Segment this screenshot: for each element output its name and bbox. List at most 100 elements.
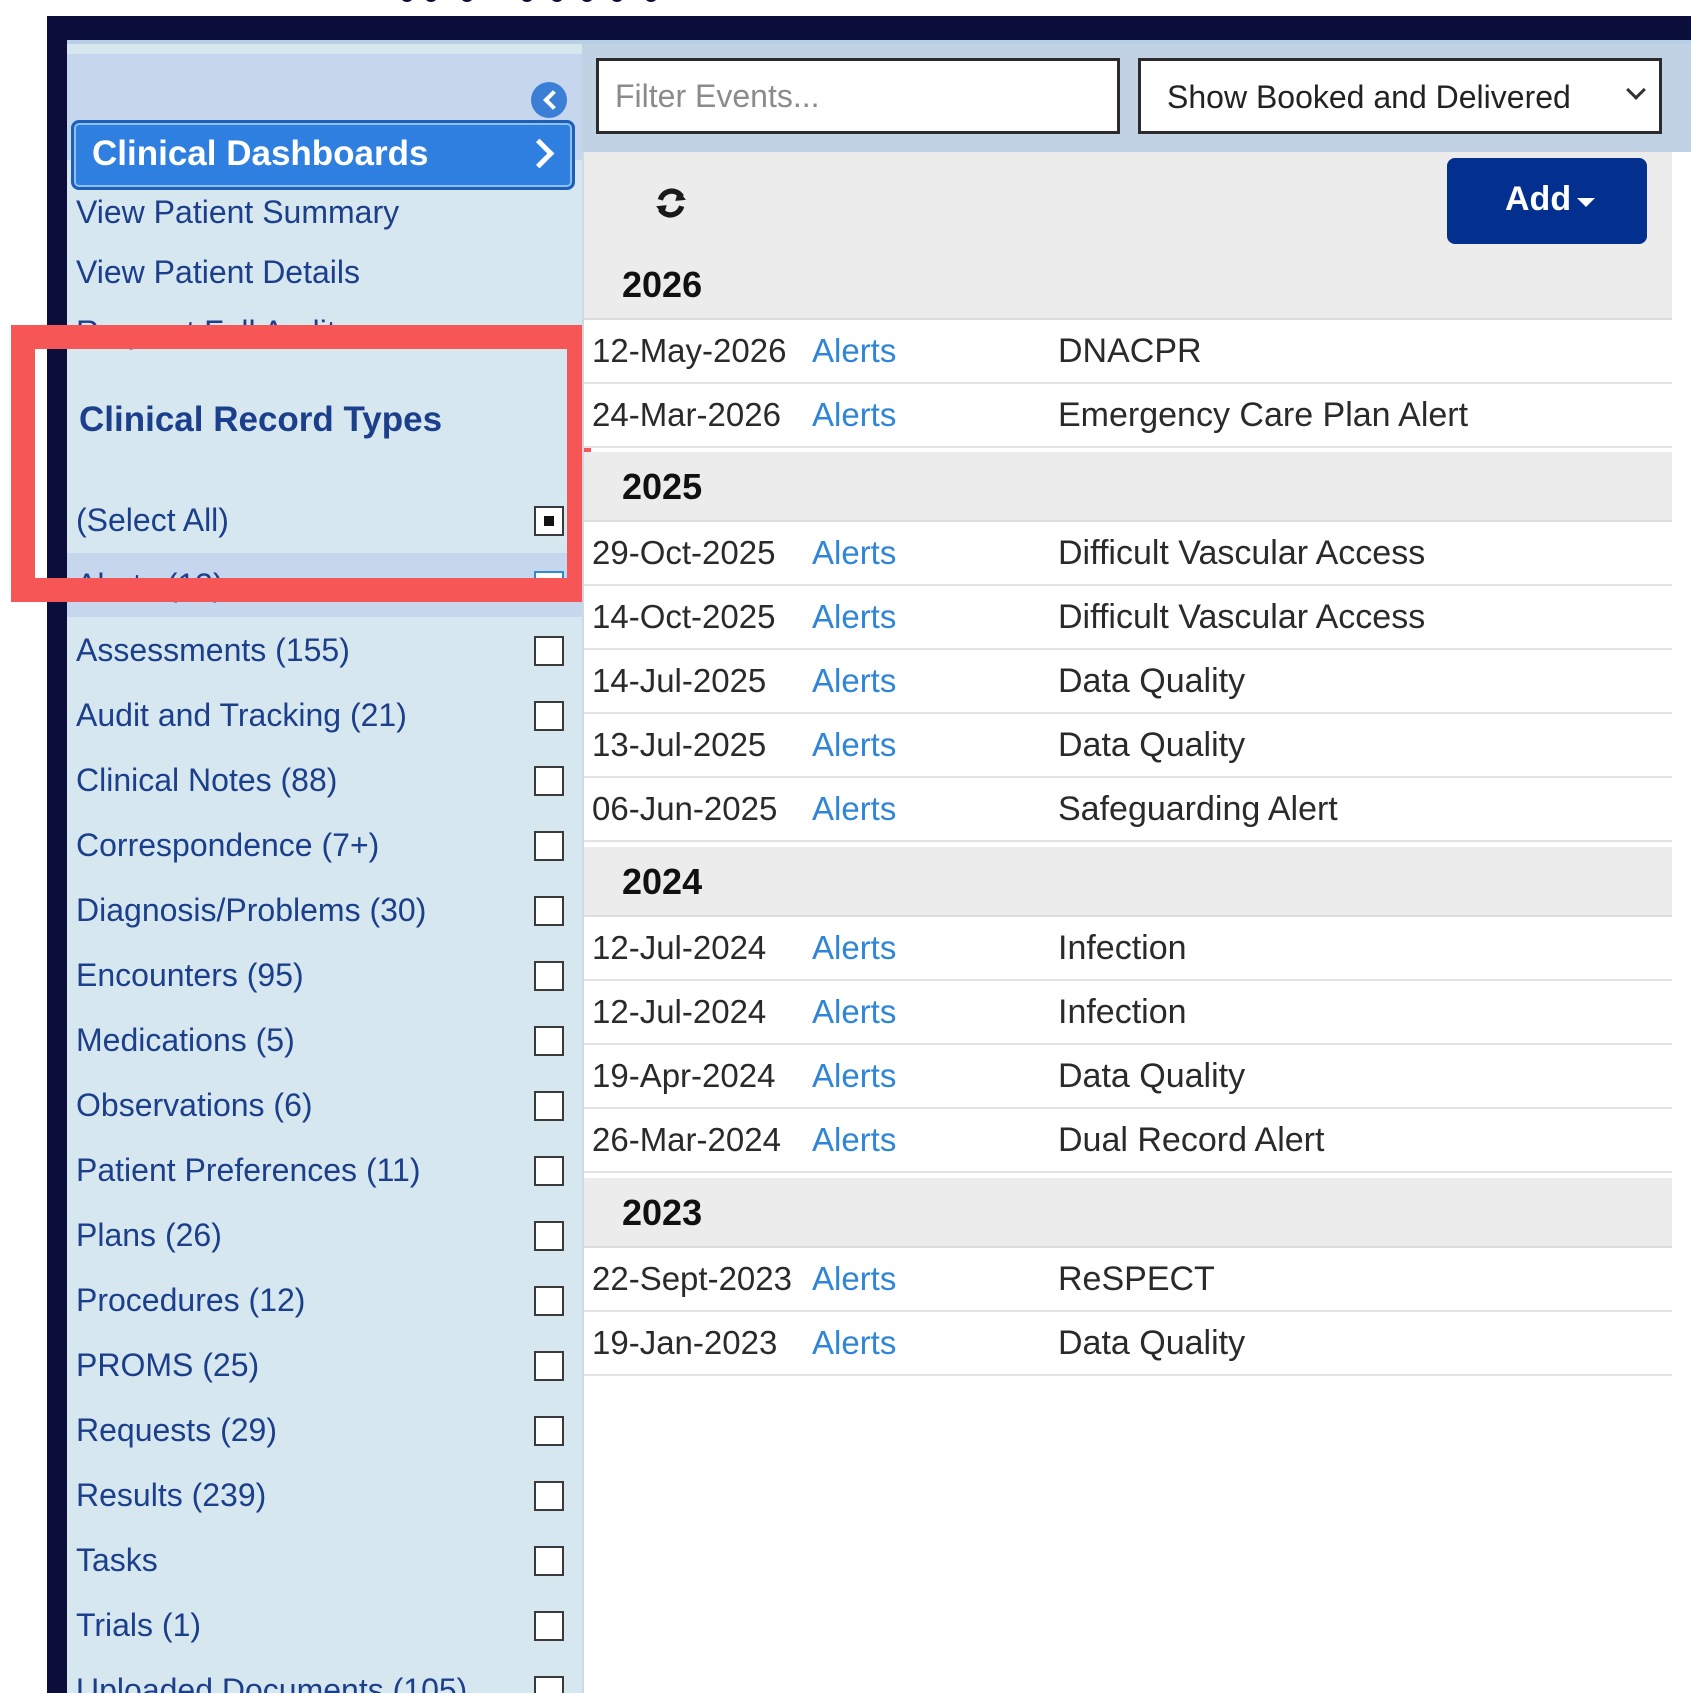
record-type-row[interactable]: Correspondence (7+) bbox=[67, 813, 582, 877]
record-type-row[interactable]: Results (239) bbox=[67, 1463, 582, 1527]
record-type-checkbox[interactable] bbox=[534, 1546, 564, 1576]
event-date: 12-May-2026 bbox=[592, 332, 787, 369]
record-type-checkbox[interactable] bbox=[534, 1156, 564, 1186]
window-top-bar bbox=[47, 16, 1691, 40]
chevron-down-icon bbox=[1626, 80, 1646, 100]
refresh-icon[interactable] bbox=[654, 186, 688, 220]
event-type-link[interactable]: Alerts bbox=[812, 396, 896, 434]
record-type-row[interactable]: Tasks bbox=[67, 1528, 582, 1592]
event-type-link[interactable]: Alerts bbox=[812, 1260, 896, 1298]
event-type-link[interactable]: Alerts bbox=[812, 534, 896, 572]
event-date: 19-Jan-2023 bbox=[592, 1324, 778, 1361]
event-type-link[interactable]: Alerts bbox=[812, 1121, 896, 1159]
event-description: DNACPR bbox=[1058, 332, 1202, 370]
event-type-link[interactable]: Alerts bbox=[812, 332, 896, 370]
record-type-row[interactable]: PROMS (25) bbox=[67, 1333, 582, 1397]
event-row[interactable]: 14-Oct-2025 Alerts Difficult Vascular Acce… bbox=[582, 586, 1672, 650]
record-type-row[interactable]: Patient Preferences (11) bbox=[67, 1138, 582, 1202]
add-button-label: Add bbox=[1505, 180, 1572, 218]
event-date: 19-Apr-2024 bbox=[592, 1057, 776, 1094]
view-patient-details-link[interactable]: View Patient Details bbox=[76, 254, 360, 291]
record-type-checkbox[interactable] bbox=[534, 1026, 564, 1056]
event-row[interactable]: 06-Jun-2025 Alerts Safeguarding Alert bbox=[582, 778, 1672, 842]
record-type-checkbox[interactable] bbox=[534, 961, 564, 991]
event-row[interactable]: 12-May-2026 Alerts DNACPR bbox=[582, 320, 1672, 384]
record-type-label: Audit and Tracking (21) bbox=[76, 697, 407, 733]
record-type-row[interactable]: Assessments (155) bbox=[67, 618, 582, 682]
year-group-header: 2024 bbox=[582, 847, 1672, 917]
event-type-link[interactable]: Alerts bbox=[812, 726, 896, 764]
year-label: 2025 bbox=[622, 466, 703, 507]
event-date: 14-Jul-2025 bbox=[592, 662, 767, 699]
record-type-label: Diagnosis/Problems (30) bbox=[76, 892, 427, 928]
event-row[interactable]: 24-Mar-2026 Alerts Emergency Care Plan Ale… bbox=[582, 384, 1672, 448]
record-type-label: Tasks bbox=[76, 1542, 158, 1578]
event-row[interactable]: 29-Oct-2025 Alerts Difficult Vascular Acce… bbox=[582, 522, 1672, 586]
record-type-row[interactable]: Encounters (95) bbox=[67, 943, 582, 1007]
event-date: 29-Oct-2025 bbox=[592, 534, 776, 571]
record-type-row[interactable]: Clinical Notes (88) bbox=[67, 748, 582, 812]
record-type-label: Procedures (12) bbox=[76, 1282, 306, 1318]
record-type-checkbox[interactable] bbox=[534, 1611, 564, 1641]
event-type-link[interactable]: Alerts bbox=[812, 598, 896, 636]
record-type-checkbox[interactable] bbox=[534, 1676, 564, 1693]
event-row[interactable]: 14-Jul-2025 Alerts Data Quality bbox=[582, 650, 1672, 714]
record-type-checkbox[interactable] bbox=[534, 636, 564, 666]
record-type-label: Uploaded Documents (105) bbox=[76, 1672, 468, 1693]
add-button[interactable]: Add bbox=[1447, 158, 1647, 244]
event-type-link[interactable]: Alerts bbox=[812, 929, 896, 967]
record-type-row[interactable]: Observations (6) bbox=[67, 1073, 582, 1137]
event-type-link[interactable]: Alerts bbox=[812, 1324, 896, 1362]
year-group-header: 2026 bbox=[582, 250, 1672, 320]
event-row[interactable]: 12-Jul-2024 Alerts Infection bbox=[582, 981, 1672, 1045]
record-type-row[interactable]: Plans (26) bbox=[67, 1203, 582, 1267]
event-row[interactable]: 19-Jan-2023 Alerts Data Quality bbox=[582, 1312, 1672, 1376]
event-date: 24-Mar-2026 bbox=[592, 396, 781, 433]
event-row[interactable]: 26-Mar-2024 Alerts Dual Record Alert bbox=[582, 1109, 1672, 1173]
record-type-checkbox[interactable] bbox=[534, 831, 564, 861]
record-type-row[interactable]: Requests (29) bbox=[67, 1398, 582, 1462]
clinical-dashboards-button[interactable]: Clinical Dashboards bbox=[71, 120, 575, 190]
record-type-row[interactable]: Uploaded Documents (105) bbox=[67, 1658, 582, 1693]
event-type-link[interactable]: Alerts bbox=[812, 1057, 896, 1095]
status-filter-select[interactable]: Show Booked and Delivered bbox=[1138, 58, 1662, 134]
event-row[interactable]: 22-Sept-2023 Alerts ReSPECT bbox=[582, 1248, 1672, 1312]
record-type-checkbox[interactable] bbox=[534, 1286, 564, 1316]
event-date: 14-Oct-2025 bbox=[592, 598, 776, 635]
filter-events-input[interactable] bbox=[596, 58, 1120, 134]
event-description: Infection bbox=[1058, 929, 1187, 967]
event-row[interactable]: 12-Jul-2024 Alerts Infection bbox=[582, 917, 1672, 981]
event-description: Data Quality bbox=[1058, 1324, 1246, 1362]
event-type-link[interactable]: Alerts bbox=[812, 993, 896, 1031]
event-description: Data Quality bbox=[1058, 726, 1246, 764]
record-type-checkbox[interactable] bbox=[534, 1416, 564, 1446]
record-type-label: Plans (26) bbox=[76, 1217, 222, 1253]
cropped-heading-fragment bbox=[400, 0, 720, 12]
highlight-annotation-box bbox=[11, 325, 591, 602]
record-type-checkbox[interactable] bbox=[534, 766, 564, 796]
event-type-link[interactable]: Alerts bbox=[812, 662, 896, 700]
record-type-row[interactable]: Procedures (12) bbox=[67, 1268, 582, 1332]
event-type-link[interactable]: Alerts bbox=[812, 790, 896, 828]
event-row[interactable]: 19-Apr-2024 Alerts Data Quality bbox=[582, 1045, 1672, 1109]
record-type-row[interactable]: Medications (5) bbox=[67, 1008, 582, 1072]
panel-divider bbox=[582, 152, 584, 1693]
event-date: 12-Jul-2024 bbox=[592, 929, 767, 966]
record-type-row[interactable]: Audit and Tracking (21) bbox=[67, 683, 582, 747]
event-description: Data Quality bbox=[1058, 662, 1246, 700]
record-type-label: Requests (29) bbox=[76, 1412, 277, 1448]
record-type-checkbox[interactable] bbox=[534, 701, 564, 731]
event-date: 12-Jul-2024 bbox=[592, 993, 767, 1030]
record-type-label: Results (239) bbox=[76, 1477, 267, 1513]
record-type-row[interactable]: Trials (1) bbox=[67, 1593, 582, 1657]
record-type-checkbox[interactable] bbox=[534, 896, 564, 926]
record-type-row[interactable]: Diagnosis/Problems (30) bbox=[67, 878, 582, 942]
year-group-header: 2023 bbox=[582, 1178, 1672, 1248]
record-type-checkbox[interactable] bbox=[534, 1481, 564, 1511]
record-type-checkbox[interactable] bbox=[534, 1351, 564, 1381]
record-type-checkbox[interactable] bbox=[534, 1221, 564, 1251]
record-type-checkbox[interactable] bbox=[534, 1091, 564, 1121]
collapse-sidebar-icon[interactable] bbox=[531, 82, 567, 118]
view-patient-summary-link[interactable]: View Patient Summary bbox=[76, 194, 399, 231]
event-row[interactable]: 13-Jul-2025 Alerts Data Quality bbox=[582, 714, 1672, 778]
